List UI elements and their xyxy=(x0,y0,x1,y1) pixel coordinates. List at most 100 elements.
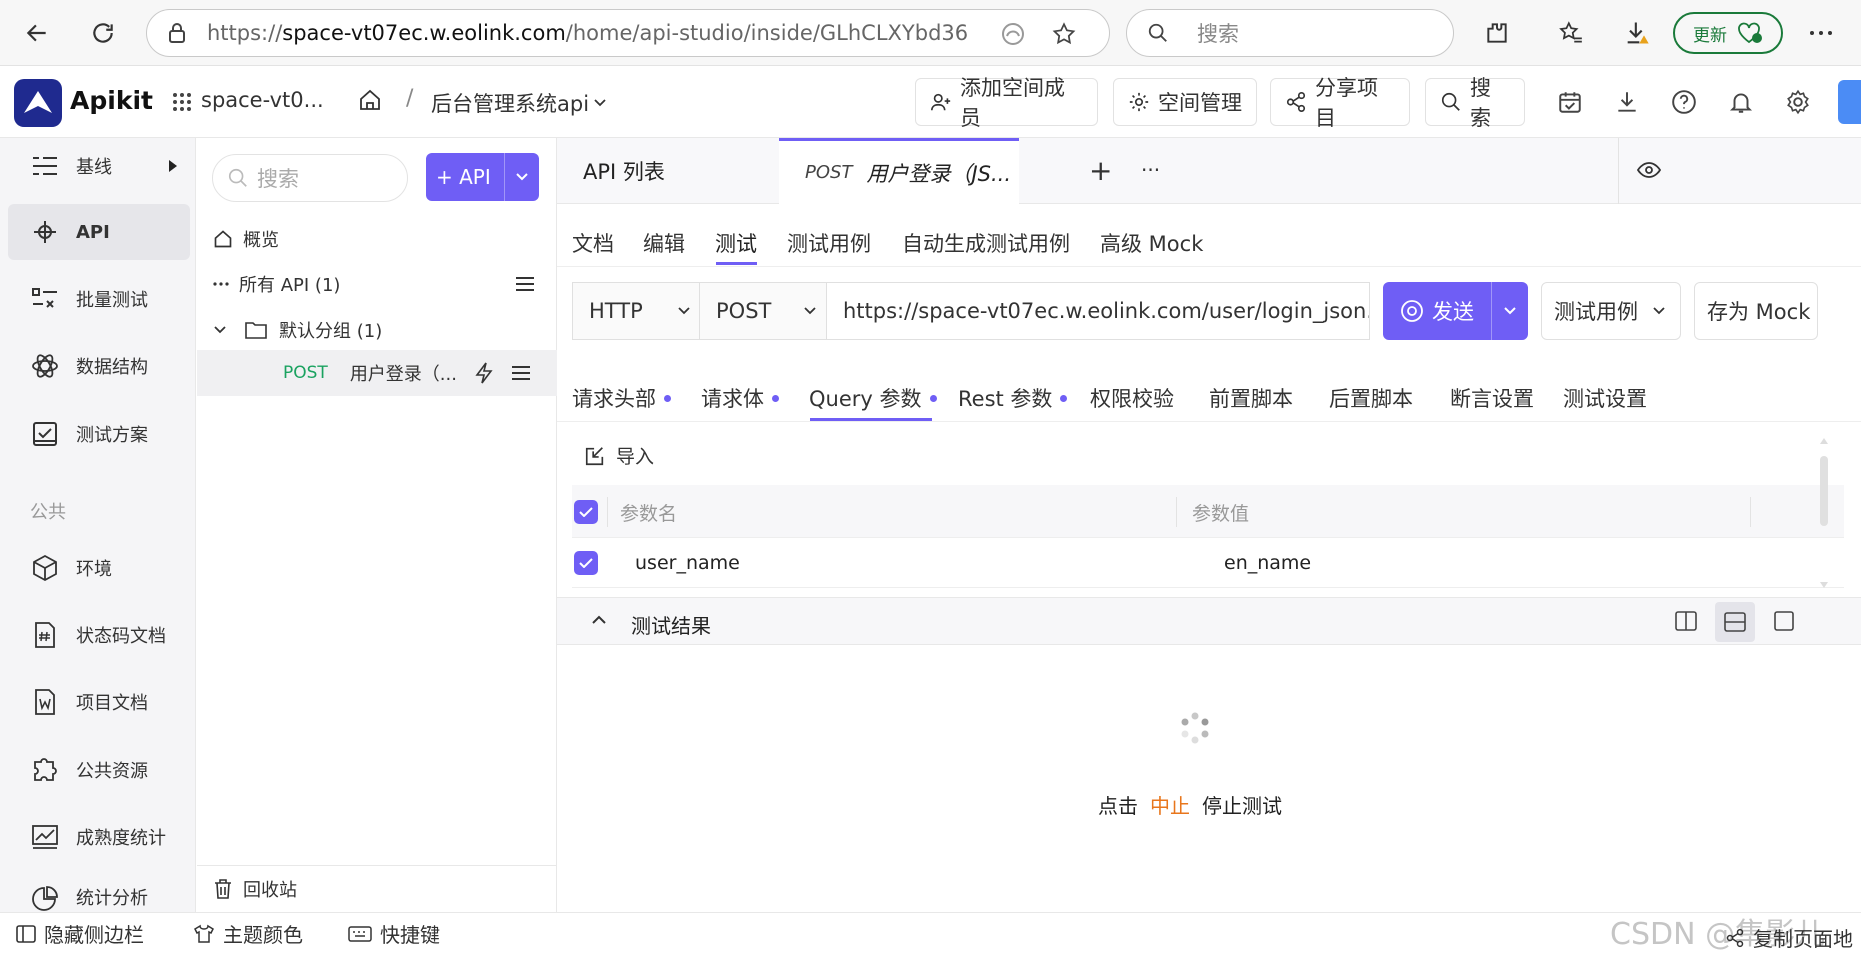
send-button[interactable]: 发送 xyxy=(1383,282,1528,340)
shortcut-button[interactable]: 快捷键 xyxy=(348,919,440,948)
tree-default-group[interactable]: 默认分组 (1) xyxy=(197,308,557,352)
list-menu-icon[interactable] xyxy=(511,365,531,381)
favorite-star-icon[interactable] xyxy=(1051,21,1077,47)
browser-search[interactable]: 搜索 xyxy=(1126,9,1454,57)
protocol-select[interactable]: HTTP xyxy=(572,282,700,340)
stop-test-link[interactable]: 中止 xyxy=(1150,790,1190,819)
add-api-button[interactable]: + API xyxy=(426,153,539,201)
home-icon xyxy=(213,229,233,249)
space-name[interactable]: space-vt0... xyxy=(201,88,324,112)
test-case-select[interactable]: 测试用例 xyxy=(1541,282,1681,340)
api-tree-panel: 搜索 + API 概览 所有 API (1) 默认分组 (1) POST 用户登… xyxy=(197,138,557,912)
grid-dots-icon[interactable] xyxy=(172,92,192,112)
sidebar-item-statistics[interactable]: 统计分析 xyxy=(8,874,190,912)
tab-request-headers[interactable]: 请求头部 xyxy=(572,383,671,413)
apikit-logo[interactable] xyxy=(14,79,62,127)
tab-post-script[interactable]: 后置脚本 xyxy=(1329,383,1413,413)
import-button[interactable]: 导入 xyxy=(584,442,654,469)
tree-recycle-bin[interactable]: 回收站 xyxy=(197,865,557,912)
api-name-label: 用户登录（... xyxy=(349,364,457,385)
more-menu-icon[interactable] xyxy=(1802,14,1840,52)
list-menu-icon[interactable] xyxy=(515,276,535,292)
address-bar[interactable]: https://space-vt07ec.w.eolink.com/home/a… xyxy=(146,9,1110,57)
sidebar-item-environment[interactable]: 环境 xyxy=(8,540,190,596)
help-icon[interactable] xyxy=(1669,87,1699,117)
subtab-test[interactable]: 测试 xyxy=(715,228,757,258)
param-name-cell[interactable]: user_name xyxy=(635,552,740,574)
bell-icon[interactable] xyxy=(1726,87,1756,117)
downloads-icon[interactable] xyxy=(1618,14,1656,52)
download-icon[interactable] xyxy=(1612,87,1642,117)
tree-overview[interactable]: 概览 xyxy=(197,217,557,261)
chevron-down-icon[interactable] xyxy=(213,325,227,335)
subtab-advanced-mock[interactable]: 高级 Mock xyxy=(1100,228,1203,258)
sidebar-item-test-plan[interactable]: 测试方案 xyxy=(8,406,190,462)
gear-icon xyxy=(1128,91,1150,113)
subtab-auto-generate[interactable]: 自动生成测试用例 xyxy=(902,228,1070,258)
method-select[interactable]: POST xyxy=(699,282,827,340)
subtab-doc[interactable]: 文档 xyxy=(572,228,614,258)
tab-auth[interactable]: 权限校验 xyxy=(1090,383,1174,413)
update-button[interactable]: 更新 xyxy=(1673,12,1783,54)
extensions-icon[interactable] xyxy=(1478,14,1516,52)
chevron-down-icon[interactable] xyxy=(505,172,539,182)
select-all-checkbox[interactable] xyxy=(574,500,598,524)
tab-pre-script[interactable]: 前置脚本 xyxy=(1209,383,1293,413)
save-mock-button[interactable]: 存为 Mock xyxy=(1694,282,1818,340)
tab-rest-params[interactable]: Rest 参数 xyxy=(958,383,1068,413)
split-horizontal-icon[interactable] xyxy=(1715,602,1755,642)
home-icon[interactable] xyxy=(358,88,382,112)
header-search-button[interactable]: 搜索 xyxy=(1425,76,1525,130)
sidebar-item-batch-test[interactable]: 批量测试 xyxy=(8,271,190,327)
sidebar-item-maturity[interactable]: 成熟度统计 xyxy=(8,809,190,865)
project-selector[interactable]: 后台管理系统api xyxy=(431,88,607,118)
chevron-down-icon[interactable] xyxy=(1492,306,1528,316)
split-vertical-icon[interactable] xyxy=(1675,610,1697,632)
refresh-icon[interactable] xyxy=(84,14,122,52)
tab-user-login[interactable]: POST 用户登录（JS... xyxy=(779,138,1019,204)
maximize-icon[interactable] xyxy=(1773,610,1795,632)
lightning-icon[interactable] xyxy=(474,362,494,384)
subtab-test-case[interactable]: 测试用例 xyxy=(787,228,871,258)
space-manage-button[interactable]: 空间管理 xyxy=(1113,78,1257,126)
tab-query-params[interactable]: Query 参数 xyxy=(809,383,937,413)
tree-search-input[interactable]: 搜索 xyxy=(212,154,408,202)
sidebar-item-public-resource[interactable]: 公共资源 xyxy=(8,742,190,798)
tab-request-body[interactable]: 请求体 xyxy=(701,383,779,413)
back-icon[interactable] xyxy=(18,14,56,52)
tree-api-item[interactable]: POST 用户登录（... xyxy=(197,350,557,396)
tab-assertions[interactable]: 断言设置 xyxy=(1450,383,1534,413)
add-tab-button[interactable]: + xyxy=(1089,154,1112,187)
chevron-up-icon[interactable] xyxy=(591,615,607,625)
sidebar-item-project-doc[interactable]: 项目文档 xyxy=(8,674,190,730)
sidebar-item-api[interactable]: API xyxy=(8,204,190,260)
theme-color-button[interactable]: 主题颜色 xyxy=(193,919,303,948)
param-value-cell[interactable]: en_name xyxy=(1224,552,1311,574)
sidebar-item-baseline[interactable]: 基线 xyxy=(8,138,190,194)
scrollbar[interactable] xyxy=(1817,434,1831,594)
tab-api-list[interactable]: API 列表 xyxy=(557,138,779,204)
more-tabs-button[interactable]: ··· xyxy=(1141,158,1160,182)
eye-icon[interactable] xyxy=(1637,160,1661,180)
add-member-button[interactable]: 添加空间成员 xyxy=(915,76,1098,130)
copy-page-url-button[interactable]: 复制页面地 xyxy=(1725,923,1853,952)
subtab-edit[interactable]: 编辑 xyxy=(643,228,685,258)
tab-test-settings[interactable]: 测试设置 xyxy=(1563,383,1647,413)
search-icon xyxy=(1440,91,1462,113)
favorites-icon[interactable] xyxy=(1552,14,1590,52)
edge-icon[interactable] xyxy=(1001,22,1025,46)
sidebar-item-data-structure[interactable]: 数据结构 xyxy=(8,338,190,394)
hide-sidebar-button[interactable]: 隐藏侧边栏 xyxy=(16,919,144,948)
test-plan-icon xyxy=(30,419,60,449)
share-project-button[interactable]: 分享项目 xyxy=(1270,76,1410,130)
lock-icon xyxy=(167,22,187,44)
url-input[interactable]: https://space-vt07ec.w.eolink.com/user/l… xyxy=(826,282,1370,340)
row-checkbox[interactable] xyxy=(574,551,598,575)
sidebar-item-label: 公共资源 xyxy=(76,761,148,782)
settings-icon[interactable] xyxy=(1783,87,1813,117)
sidebar-item-status-code[interactable]: 状态码文档 xyxy=(8,607,190,663)
avatar[interactable] xyxy=(1838,80,1861,124)
word-doc-icon xyxy=(30,687,60,717)
tree-all-api[interactable]: 所有 API (1) xyxy=(197,262,557,306)
calendar-icon[interactable] xyxy=(1555,87,1585,117)
